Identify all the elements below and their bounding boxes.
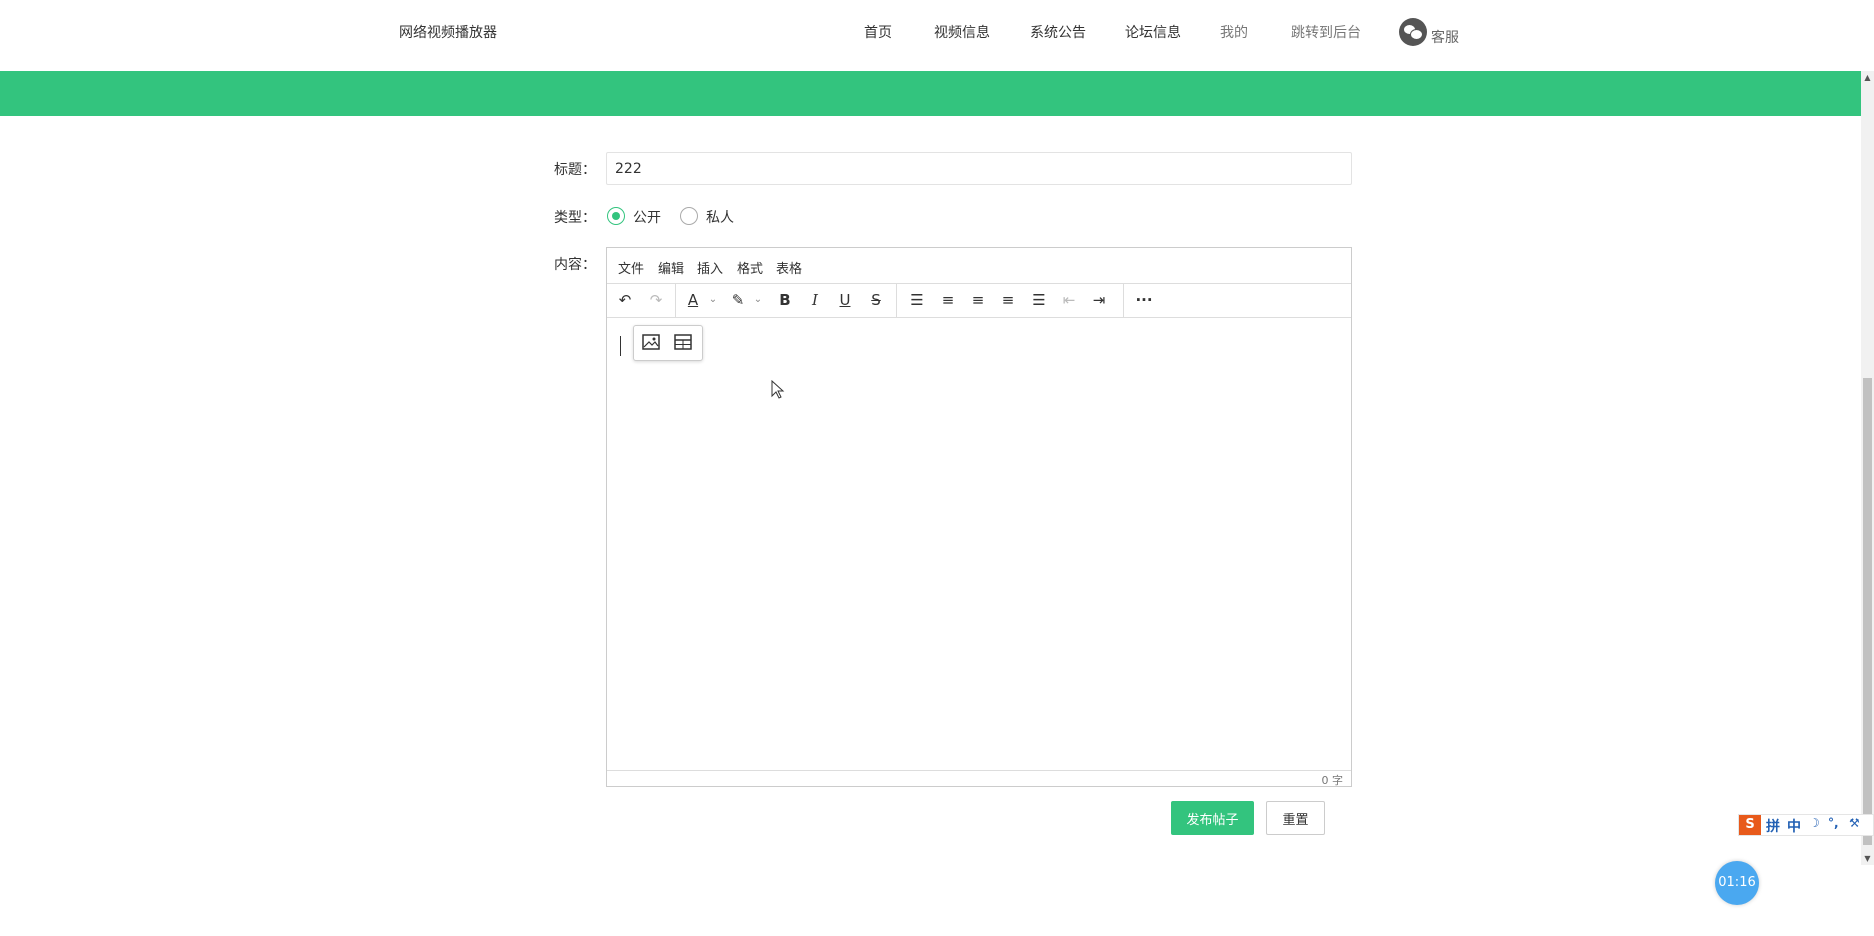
scroll-up-icon[interactable]: ▲ bbox=[1863, 73, 1872, 82]
nav-announcements[interactable]: 系统公告 bbox=[1030, 22, 1086, 42]
customer-service-link[interactable]: 客服 bbox=[1431, 27, 1459, 47]
menu-insert[interactable]: 插入 bbox=[697, 258, 723, 277]
ime-toolbar: S 拼 中 ☽ °, ⚒ bbox=[1738, 814, 1874, 836]
nav-video-info[interactable]: 视频信息 bbox=[934, 22, 990, 42]
rich-text-editor: 文件 编辑 插入 格式 表格 ↶ ↷ A ⌄ ✎ ⌄ B I U S ☰ ≡ ≡… bbox=[606, 247, 1352, 787]
menu-edit[interactable]: 编辑 bbox=[658, 258, 684, 277]
quick-insert-toolbar bbox=[633, 325, 703, 361]
punctuation-icon[interactable]: °, bbox=[1828, 816, 1839, 830]
line-height-icon[interactable]: ☰ bbox=[905, 289, 929, 311]
reset-button[interactable]: 重置 bbox=[1266, 801, 1325, 835]
align-justify-icon[interactable]: ☰ bbox=[1027, 289, 1051, 311]
title-input[interactable] bbox=[606, 152, 1352, 185]
strikethrough-icon[interactable]: S bbox=[864, 289, 888, 311]
italic-icon[interactable]: I bbox=[803, 289, 827, 311]
radio-public-label[interactable]: 公开 bbox=[633, 207, 661, 227]
nav-forum[interactable]: 论坛信息 bbox=[1125, 22, 1181, 42]
underline-icon[interactable]: U bbox=[833, 289, 857, 311]
editor-toolbar: ↶ ↷ A ⌄ ✎ ⌄ B I U S ☰ ≡ ≡ ≡ ☰ ⇤ ⇥ ··· bbox=[607, 283, 1351, 318]
redo-icon[interactable]: ↷ bbox=[644, 289, 668, 311]
wrench-icon[interactable]: ⚒ bbox=[1849, 816, 1860, 830]
scrollbar-thumb[interactable] bbox=[1863, 378, 1872, 845]
menu-table[interactable]: 表格 bbox=[776, 258, 802, 277]
mouse-cursor-icon bbox=[771, 380, 785, 399]
ime-logo[interactable]: S bbox=[1739, 815, 1761, 835]
undo-icon[interactable]: ↶ bbox=[613, 289, 637, 311]
nav-mine[interactable]: 我的 bbox=[1220, 22, 1248, 42]
radio-private-label[interactable]: 私人 bbox=[706, 207, 734, 227]
green-banner bbox=[0, 71, 1861, 116]
bold-icon[interactable]: B bbox=[773, 289, 797, 311]
image-icon[interactable] bbox=[642, 334, 660, 350]
indent-icon[interactable]: ⇥ bbox=[1087, 289, 1111, 311]
menu-file[interactable]: 文件 bbox=[618, 258, 644, 277]
toolbar-divider bbox=[675, 283, 676, 317]
timer-badge[interactable]: 01:16 bbox=[1715, 861, 1759, 905]
title-label: 标题： bbox=[554, 162, 596, 178]
align-center-icon[interactable]: ≡ bbox=[966, 289, 990, 311]
publish-button[interactable]: 发布帖子 bbox=[1171, 801, 1254, 835]
outdent-icon[interactable]: ⇤ bbox=[1057, 289, 1081, 311]
top-navbar: 网络视频播放器 首页 视频信息 系统公告 论坛信息 我的 跳转到后台 客服 bbox=[0, 0, 1860, 71]
align-right-icon[interactable]: ≡ bbox=[996, 289, 1020, 311]
table-icon[interactable] bbox=[674, 334, 692, 350]
more-icon[interactable]: ··· bbox=[1132, 289, 1156, 311]
chevron-down-icon[interactable]: ⌄ bbox=[746, 289, 770, 311]
type-label: 类型： bbox=[554, 210, 596, 226]
moon-icon[interactable]: ☽ bbox=[1809, 816, 1820, 830]
nav-admin[interactable]: 跳转到后台 bbox=[1291, 22, 1361, 42]
chevron-down-icon[interactable]: ⌄ bbox=[701, 289, 725, 311]
toolbar-divider bbox=[896, 283, 897, 317]
radio-public[interactable] bbox=[607, 207, 625, 225]
editor-content-area[interactable] bbox=[607, 318, 1351, 771]
radio-private[interactable] bbox=[680, 207, 698, 225]
editor-statusbar: 0 字 bbox=[607, 770, 1351, 787]
toolbar-divider bbox=[1123, 283, 1124, 317]
align-left-icon[interactable]: ≡ bbox=[936, 289, 960, 311]
nav-home[interactable]: 首页 bbox=[864, 22, 892, 42]
content-label: 内容： bbox=[554, 257, 596, 273]
site-brand[interactable]: 网络视频播放器 bbox=[399, 22, 497, 42]
editor-menubar: 文件 编辑 插入 格式 表格 bbox=[607, 248, 1351, 284]
word-count: 0 字 bbox=[1321, 774, 1344, 787]
ime-chinese-mode[interactable]: 中 bbox=[1787, 816, 1801, 836]
text-caret bbox=[620, 336, 621, 356]
ime-pinyin-mode[interactable]: 拼 bbox=[1766, 816, 1780, 836]
wechat-icon[interactable] bbox=[1399, 18, 1427, 46]
scroll-down-icon[interactable]: ▼ bbox=[1863, 854, 1872, 863]
page-scrollbar[interactable]: ▲ ▼ bbox=[1861, 71, 1874, 865]
menu-format[interactable]: 格式 bbox=[737, 258, 763, 277]
